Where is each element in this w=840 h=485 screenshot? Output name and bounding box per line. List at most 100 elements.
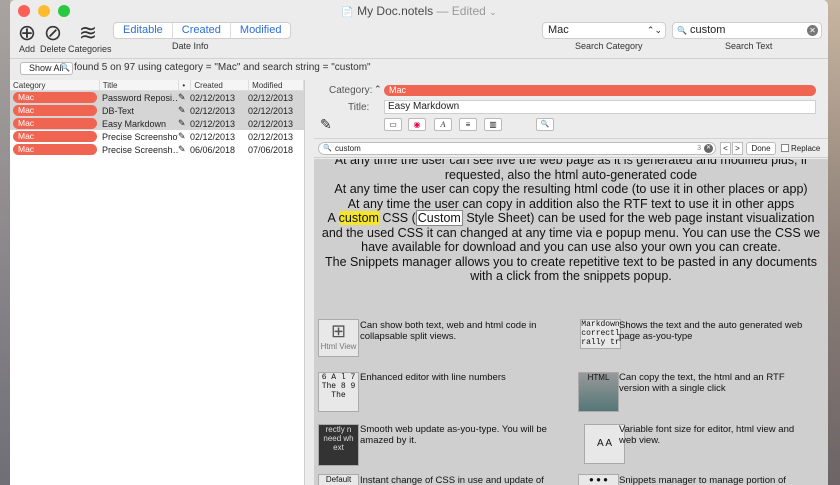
preview-para-1: At any time the user can see live the we… xyxy=(334,159,808,182)
note-detail: Category: ⌃ Mac Title: Easy Markdown ✎ ▭… xyxy=(314,80,828,485)
row-modified: 02/12/2013 xyxy=(248,105,294,116)
clear-search-icon[interactable]: ✕ xyxy=(807,25,818,36)
edit-icon[interactable]: ✎ xyxy=(178,144,190,155)
feature-thumbnail: HTML xyxy=(578,372,619,412)
close-button[interactable] xyxy=(18,5,30,17)
category-select[interactable]: Mac ⌃⌄ xyxy=(542,22,666,39)
window-controls xyxy=(18,5,70,17)
row-title: DB-Text xyxy=(102,105,135,116)
feature-text: Can copy the text, the html and an RTF v… xyxy=(619,372,785,394)
table-row[interactable]: Mac Easy Markdown ✎ 02/12/2013 02/12/201… xyxy=(10,117,304,130)
row-modified: 07/06/2018 xyxy=(248,144,294,155)
app-window: 📄 My Doc.notels — Edited ⌄ ⊕ Add ⊘ Delet… xyxy=(10,0,828,485)
search-text-label: Search Text xyxy=(725,41,773,51)
search-input[interactable]: 🔍 custom ✕ xyxy=(672,22,822,39)
tab-editable[interactable]: Editable xyxy=(114,23,173,38)
feature-text: Variable font size for editor, html view… xyxy=(619,424,795,446)
category-pill: Mac xyxy=(13,105,97,116)
edit-icon[interactable]: ✎ xyxy=(178,92,190,103)
category-pill: Mac xyxy=(13,131,97,142)
minimize-button[interactable] xyxy=(38,5,50,17)
feature-thumbnail: rectly n need wh ext xyxy=(318,424,359,466)
table-header: Category Title • Created Modified xyxy=(10,80,304,91)
table-row[interactable]: Mac DB-Text ✎ 02/12/2013 02/12/2013 xyxy=(10,104,304,117)
row-created: 06/06/2018 xyxy=(190,144,236,155)
date-segmented-control: Editable Created Modified xyxy=(113,22,292,39)
zoom-search-button[interactable]: 🔍 xyxy=(536,118,554,131)
feature-text: Instant change of CSS in use and update … xyxy=(360,475,544,485)
find-bar: 🔍 custom 3 ✕ < > Done Replace xyxy=(314,138,828,158)
desktop-right xyxy=(828,0,840,485)
split-view-button[interactable]: ▭ xyxy=(384,118,402,131)
category-arrow-icon[interactable]: ⌃ xyxy=(374,84,382,95)
row-title: Easy Markdown xyxy=(102,118,167,129)
col-category[interactable]: Category xyxy=(10,80,100,90)
row-title: Precise Screensh… xyxy=(102,144,178,155)
category-pill: Mac xyxy=(13,92,97,103)
color-button[interactable]: ◉ xyxy=(408,118,426,131)
tab-modified[interactable]: Modified xyxy=(231,23,291,38)
row-title: Precise Screenshot xyxy=(102,131,178,142)
preview-para-5: The Snippets manager allows you to creat… xyxy=(325,254,817,284)
notes-table: Category Title • Created Modified Mac Pa… xyxy=(10,80,305,485)
categories-icon: ≋ xyxy=(78,20,98,45)
delete-label: Delete xyxy=(39,44,66,54)
search-value: custom xyxy=(690,24,726,36)
category-label: Category: xyxy=(329,85,373,96)
filter-search-icon: 🔍 xyxy=(60,63,70,72)
preview-para-3: At any time the user can copy in additio… xyxy=(347,196,795,211)
table-row[interactable]: Mac Precise Screenshot ✎ 02/12/2013 02/1… xyxy=(10,130,304,143)
window-title: My Doc.notels xyxy=(357,4,434,18)
edit-icon[interactable]: ✎ xyxy=(178,105,190,116)
delete-icon: ⊘ xyxy=(43,20,63,45)
category-pill: Mac xyxy=(13,144,97,155)
categories-button[interactable]: ≋ Categories xyxy=(68,20,112,55)
search-highlight: custom xyxy=(338,211,379,225)
web-preview[interactable]: At any time the user can see live the we… xyxy=(314,159,828,485)
desktop-left xyxy=(0,0,10,485)
title-label: Title: xyxy=(348,102,370,113)
toolbar: ⊕ Add ⊘ Delete ≋ Categories Editable Cre… xyxy=(10,22,828,56)
title-chevron-icon[interactable]: ⌄ xyxy=(489,7,497,17)
category-popup[interactable]: Mac xyxy=(384,85,816,96)
category-pill: Mac xyxy=(13,118,97,129)
row-created: 02/12/2013 xyxy=(190,131,236,142)
feature-thumbnail: Default xyxy=(318,474,359,485)
tab-created[interactable]: Created xyxy=(173,23,231,38)
zoom-button[interactable] xyxy=(58,5,70,17)
find-input[interactable]: 🔍 custom 3 ✕ xyxy=(318,142,716,155)
pencil-icon[interactable]: ✎ xyxy=(320,116,332,133)
select-arrows-icon: ⌃⌄ xyxy=(646,25,662,35)
replace-checkbox[interactable]: Replace xyxy=(781,142,820,155)
find-search-icon: 🔍 xyxy=(323,145,332,152)
title-bar: 📄 My Doc.notels — Edited ⌄ xyxy=(10,0,828,22)
col-modified[interactable]: Modified xyxy=(249,80,304,90)
table-row[interactable]: Mac Password Reposi… ✎ 02/12/2013 02/12/… xyxy=(10,91,304,104)
find-next-button[interactable]: > xyxy=(732,142,743,155)
col-title[interactable]: Title xyxy=(100,80,180,90)
preview-para-2: At any time the user can copy the result… xyxy=(334,182,808,196)
columns-button[interactable]: ▥ xyxy=(484,118,502,131)
delete-button[interactable]: ⊘ Delete xyxy=(38,22,68,55)
row-created: 02/12/2013 xyxy=(190,92,236,103)
find-clear-icon[interactable]: ✕ xyxy=(704,144,713,153)
search-icon: 🔍 xyxy=(677,26,687,35)
categories-label: Categories xyxy=(68,44,112,54)
find-done-button[interactable]: Done xyxy=(746,142,776,155)
search-highlight-alt: Custom xyxy=(415,210,463,226)
title-field[interactable]: Easy Markdown xyxy=(384,100,816,114)
feature-thumbnail: Markdown correctl rally tr xyxy=(580,319,621,349)
document-icon: 📄 xyxy=(341,7,354,18)
font-button[interactable]: A xyxy=(434,118,452,131)
edit-icon[interactable]: ✎ xyxy=(178,131,190,142)
category-select-value: Mac xyxy=(548,24,569,36)
find-prev-button[interactable]: < xyxy=(720,142,731,155)
feature-text: Snippets manager to manage portion of xyxy=(619,475,786,485)
edit-icon[interactable]: ✎ xyxy=(178,118,190,129)
col-edit[interactable]: • xyxy=(179,80,192,90)
filter-status: found 5 on 97 using category = "Mac" and… xyxy=(74,62,371,73)
preview-para-4: A custom CSS (Custom Style Sheet) can be… xyxy=(321,210,821,254)
align-button[interactable]: ≡ xyxy=(459,118,477,131)
table-row[interactable]: Mac Precise Screensh… ✎ 06/06/2018 07/06… xyxy=(10,143,304,156)
col-created[interactable]: Created xyxy=(191,80,250,90)
